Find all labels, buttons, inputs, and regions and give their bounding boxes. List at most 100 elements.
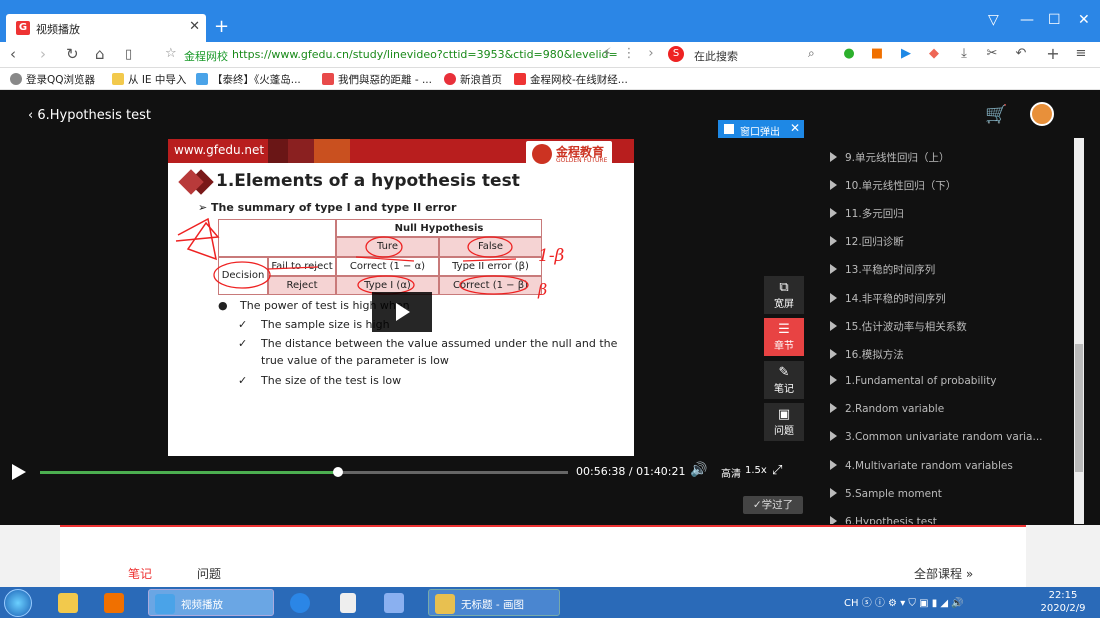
app-button[interactable] <box>382 589 412 616</box>
system-tray: CH ⓢ ⓘ ⚙ ▾ ⛉ ▣ ▮ ◢ 🔊 <box>844 598 964 609</box>
search-engine-icon: S <box>668 46 684 62</box>
chapter-item[interactable]: 4.Multivariate random variables <box>830 460 1013 480</box>
explorer-button[interactable] <box>56 589 86 616</box>
video-icon[interactable]: ■ <box>868 46 886 62</box>
new-tab-button[interactable]: + <box>214 16 229 37</box>
volume-icon[interactable]: 🔊 <box>690 462 707 478</box>
wechat-icon[interactable]: ● <box>840 46 858 62</box>
tab-notes[interactable]: 笔记 <box>128 565 152 582</box>
search-placeholder: 在此搜索 <box>694 50 738 63</box>
browser-tab[interactable]: G 视频播放 ✕ <box>6 14 206 42</box>
play-arrow-icon <box>830 460 837 470</box>
cart-icon[interactable]: 🛒 <box>985 104 1011 125</box>
chapter-item[interactable]: 14.非平稳的时间序列 <box>830 291 946 311</box>
chevron-right-icon[interactable]: › <box>642 46 660 62</box>
undo-icon[interactable]: ↶ <box>1012 46 1030 62</box>
cut-icon[interactable]: ✂ <box>983 46 1001 62</box>
play-arrow-icon <box>830 375 837 385</box>
ie-button[interactable] <box>288 589 318 616</box>
lightning-icon[interactable]: ⚡ <box>598 46 616 62</box>
popout-icon: ⧉ <box>779 280 789 295</box>
progress-fill <box>40 471 338 474</box>
center-play-button[interactable] <box>372 292 432 332</box>
all-courses-link[interactable]: 全部课程 » <box>914 565 973 582</box>
search-box[interactable]: S 在此搜索 ⌕ <box>668 46 828 64</box>
chapter-item[interactable]: 13.平稳的时间序列 <box>830 262 935 282</box>
bookmarks-bar: 登录QQ浏览器 从 IE 中导入 【泰终】《火蓬岛... 我們與惡的距離 - .… <box>0 68 1100 90</box>
chapter-item[interactable]: 2.Random variable <box>830 403 944 423</box>
url-field[interactable]: https://www.gfedu.cn/study/linevideo?ctt… <box>232 48 618 61</box>
scrollbar-thumb[interactable] <box>1075 344 1083 472</box>
search-icon[interactable]: ⌕ <box>808 46 815 61</box>
grid-icon[interactable]: ⋮ <box>620 46 638 62</box>
close-window-button[interactable]: ✕ <box>1078 12 1090 28</box>
add-icon[interactable]: + <box>1044 46 1062 62</box>
close-tab-icon[interactable]: ✕ <box>189 19 200 34</box>
progress-bar[interactable] <box>40 467 568 477</box>
chapter-item[interactable]: 16.模拟方法 <box>830 347 904 367</box>
chapter-item[interactable]: 15.估计波动率与相关系数 <box>830 319 967 339</box>
minimize-button[interactable]: — <box>1020 12 1034 28</box>
pin-icon[interactable]: ▽ <box>988 12 999 28</box>
quality-selector[interactable]: 高清 <box>721 465 741 480</box>
play-button[interactable] <box>12 464 26 480</box>
bookmark-item[interactable]: 从 IE 中导入 <box>112 72 186 87</box>
weibo-icon <box>444 73 456 85</box>
chapter-item[interactable]: 3.Common univariate random varia... <box>830 431 1043 451</box>
check-icon: ✓ <box>238 318 248 331</box>
tab-questions[interactable]: 问题 <box>197 565 221 582</box>
learned-button[interactable]: ✓学过了 <box>743 496 803 514</box>
reader-icon[interactable]: ▯ <box>125 47 132 62</box>
notes-button[interactable]: ✎ 笔记 <box>764 361 804 399</box>
taskbar-window-video[interactable]: 视频播放 <box>148 589 274 616</box>
scrollbar[interactable] <box>1074 138 1084 524</box>
ime-indicator[interactable]: CH <box>844 598 859 609</box>
questions-button[interactable]: ▣ 问题 <box>764 403 804 441</box>
tv-icon <box>196 73 208 85</box>
bookmark-item[interactable]: 金程网校-在线财经... <box>514 72 628 87</box>
paint-icon <box>435 594 455 614</box>
media-button[interactable] <box>102 589 132 616</box>
reload-icon[interactable]: ↻ <box>66 45 79 63</box>
bookmark-item[interactable]: 新浪首页 <box>444 72 502 87</box>
start-button[interactable] <box>4 589 32 617</box>
fullscreen-icon[interactable]: ⤢ <box>772 463 782 478</box>
progress-handle[interactable] <box>332 467 343 477</box>
forward-icon[interactable]: › <box>40 45 46 63</box>
chapter-item[interactable]: 1.Fundamental of probability <box>830 375 997 395</box>
chapters-button[interactable]: ☰ 章节 <box>764 318 804 356</box>
ie-icon <box>290 593 310 613</box>
chapter-item-current[interactable]: 6.Hypothesis test <box>830 516 937 524</box>
chapter-item[interactable]: 10.单元线性回归（下） <box>830 178 956 198</box>
home-icon[interactable]: ⌂ <box>95 45 105 63</box>
chapter-item[interactable]: 12.回归诊断 <box>830 234 904 254</box>
chapter-item[interactable]: 5.Sample moment <box>830 488 942 508</box>
bookmark-item[interactable]: 我們與惡的距離 - ... <box>322 72 432 87</box>
play-arrow-icon <box>830 236 837 246</box>
speed-selector[interactable]: 1.5x <box>745 465 767 476</box>
chapter-item[interactable]: 9.单元线性回归（上） <box>830 150 950 170</box>
address-bar: ‹ › ↻ ⌂ ▯ ☆ 金程网校 https://www.gfedu.cn/st… <box>0 42 1100 68</box>
avatar[interactable] <box>1030 102 1054 126</box>
download-icon[interactable]: ⤓ <box>955 46 973 62</box>
document-button[interactable] <box>336 589 366 616</box>
popout-button[interactable]: 窗口弹出 ✕ <box>718 120 804 138</box>
video-title[interactable]: ‹ 6.Hypothesis test <box>28 108 151 123</box>
game-icon[interactable]: ◆ <box>925 46 943 62</box>
chapter-item[interactable]: 11.多元回归 <box>830 206 904 226</box>
bookmark-item[interactable]: 【泰终】《火蓬岛... <box>196 72 301 87</box>
bookmark-item[interactable]: 登录QQ浏览器 <box>10 72 95 87</box>
widescreen-button[interactable]: ⧉ 宽屏 <box>764 276 804 314</box>
back-icon[interactable]: ‹ <box>10 45 16 63</box>
circle-mark <box>467 236 513 258</box>
play-icon[interactable]: ▶ <box>897 46 915 62</box>
maximize-button[interactable]: ☐ <box>1048 12 1061 28</box>
menu-icon[interactable]: ≡ <box>1072 46 1090 62</box>
clock[interactable]: 22:15 2020/2/9 <box>1036 589 1090 615</box>
annotation-text: 1-β <box>538 246 565 266</box>
underline-mark <box>267 256 517 270</box>
user-icon <box>10 73 22 85</box>
taskbar-window-paint[interactable]: 无标题 - 画图 <box>428 589 560 616</box>
bookmark-star-icon[interactable]: ☆ <box>165 46 177 61</box>
close-icon[interactable]: ✕ <box>790 121 800 135</box>
